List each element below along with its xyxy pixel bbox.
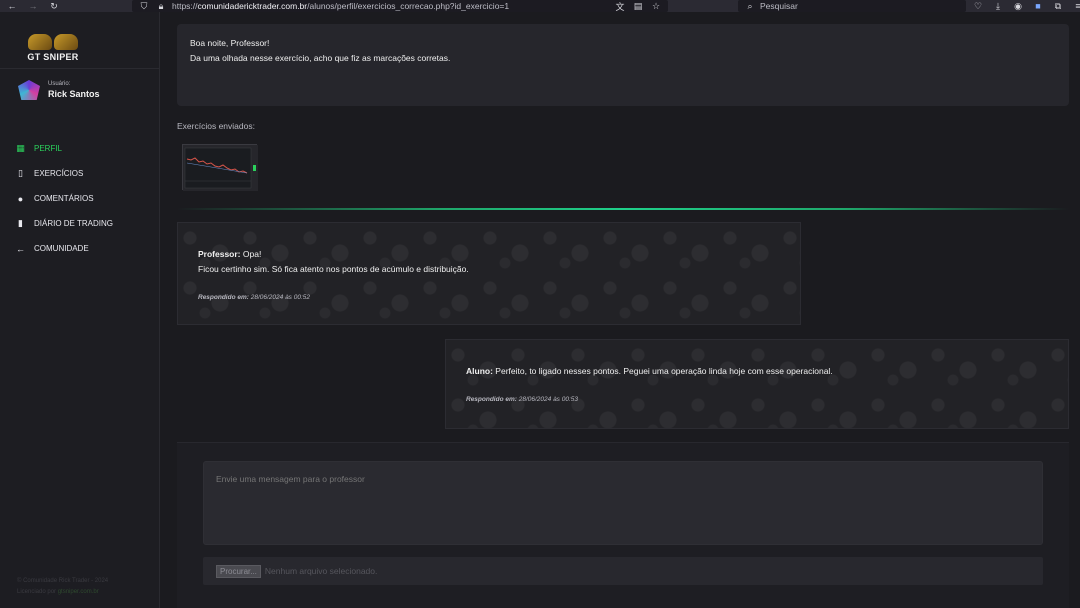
- message-input[interactable]: [203, 461, 1043, 545]
- sidebar-item-diario[interactable]: ▮ DIÁRIO DE TRADING: [16, 211, 113, 236]
- sent-exercises-label: Exercícios enviados:: [177, 121, 255, 131]
- back-icon[interactable]: ←: [6, 0, 18, 12]
- copyright-text: © Comunidade Rick Trader - 2024: [17, 578, 109, 584]
- arrow-left-icon: ←: [16, 243, 25, 254]
- license-link[interactable]: gtsniper.com.br: [58, 589, 99, 595]
- reply-form: Procurar... Nenhum arquivo selecionado.: [177, 442, 1069, 608]
- user-info: Usuário: Rick Santos: [18, 80, 100, 100]
- exercise-thumbnail[interactable]: [182, 144, 258, 191]
- section-divider: [177, 208, 1069, 210]
- avatar: [18, 80, 40, 100]
- bookmark-star-icon[interactable]: ☆: [650, 0, 662, 12]
- student-message-line2: Da uma olhada nesse exercício, acho que …: [190, 53, 451, 63]
- sidebar-item-label: PERFIL: [34, 144, 63, 153]
- reader-icon[interactable]: ▤: [632, 0, 644, 12]
- url-text[interactable]: https://comunidadericktrader.com.br/alun…: [172, 1, 509, 11]
- sidebar-item-label: DIÁRIO DE TRADING: [34, 219, 113, 228]
- student-message-line1: Boa noite, Professor!: [190, 38, 270, 48]
- chart-thumbnail-icon: [183, 145, 258, 191]
- logo-bulls-icon: [26, 34, 80, 50]
- search-icon: ⌕: [747, 0, 753, 11]
- file-upload: Procurar... Nenhum arquivo selecionado.: [203, 557, 1043, 585]
- search-placeholder: Pesquisar: [760, 1, 798, 11]
- shield-icon[interactable]: ⛉: [138, 0, 150, 12]
- professor-reply: Professor: Opa! Ficou certinho sim. Só f…: [177, 222, 801, 325]
- sidebar-footer: © Comunidade Rick Trader - 2024 Licencia…: [17, 576, 108, 598]
- forward-icon[interactable]: →: [27, 0, 39, 12]
- user-name: Rick Santos: [48, 89, 100, 99]
- lock-icon[interactable]: 🔒︎: [155, 0, 167, 12]
- chat-icon: ●: [17, 193, 24, 204]
- journal-icon: ▮: [18, 218, 23, 228]
- student-reply-text: Aluno: Perfeito, to ligado nesses pontos…: [466, 366, 833, 376]
- account-icon[interactable]: ◉: [1012, 0, 1024, 12]
- sidebar: GT SNIPER Usuário: Rick Santos ▦ PERFIL …: [0, 12, 160, 608]
- student-author: Aluno:: [466, 366, 493, 376]
- browse-file-button[interactable]: Procurar...: [216, 564, 261, 578]
- pocket-icon[interactable]: ♡: [972, 0, 984, 12]
- nav-buttons: ← → ↻: [6, 0, 60, 12]
- sidebar-item-label: COMUNIDADE: [34, 244, 89, 253]
- license-text: Licenciado por gtsniper.com.br: [17, 589, 99, 595]
- grid-icon: ▦: [16, 143, 25, 153]
- professor-reply-timestamp: Respondido em: 28/06/2024 às 00:52: [198, 294, 311, 301]
- download-icon[interactable]: ⤓: [992, 0, 1004, 12]
- extension-icon[interactable]: ■: [1032, 0, 1044, 12]
- student-reply: Aluno: Perfeito, to ligado nesses pontos…: [445, 339, 1069, 429]
- logo-text: GT SNIPER: [27, 52, 79, 62]
- sidebar-item-comunidade[interactable]: ← COMUNIDADE: [16, 236, 113, 261]
- student-message: Boa noite, Professor! Da uma olhada ness…: [177, 24, 1069, 106]
- file-status: Nenhum arquivo selecionado.: [264, 566, 378, 576]
- translate-icon[interactable]: 文: [614, 0, 626, 12]
- browser-tools: ♡ ⤓ ◉ ■ ⧉ ≡: [972, 0, 1080, 12]
- professor-reply-line1: Professor: Opa!: [198, 249, 262, 259]
- browser-toolbar: ← → ↻ ⛉ 🔒︎ https://comunidadericktrader.…: [0, 0, 1080, 12]
- sidebar-item-comentarios[interactable]: ● COMENTÁRIOS: [16, 186, 113, 211]
- main-content: Boa noite, Professor! Da uma olhada ness…: [160, 12, 1080, 608]
- sidebar-item-label: EXERCÍCIOS: [34, 169, 84, 178]
- reload-icon[interactable]: ↻: [48, 0, 60, 12]
- professor-reply-line2: Ficou certinho sim. Só fica atento nos p…: [198, 264, 469, 274]
- puzzle-icon[interactable]: ⧉: [1052, 0, 1064, 12]
- sidebar-divider: [0, 68, 160, 69]
- student-reply-timestamp: Respondido em: 28/06/2024 às 00:53: [466, 396, 579, 403]
- sidebar-item-exercicios[interactable]: ▯ EXERCÍCIOS: [16, 161, 113, 186]
- menu-icon[interactable]: ≡: [1072, 0, 1080, 12]
- sidebar-item-perfil[interactable]: ▦ PERFIL: [16, 136, 113, 161]
- sidebar-item-label: COMENTÁRIOS: [34, 194, 94, 203]
- url-bar[interactable]: ⛉ 🔒︎ https://comunidadericktrader.com.br…: [132, 0, 668, 12]
- sidebar-menu: ▦ PERFIL ▯ EXERCÍCIOS ● COMENTÁRIOS ▮ DI…: [16, 136, 113, 261]
- professor-author: Professor:: [198, 249, 241, 259]
- user-label: Usuário:: [48, 81, 71, 87]
- search-bar[interactable]: ⌕ Pesquisar: [738, 0, 966, 12]
- document-icon: ▯: [18, 168, 23, 178]
